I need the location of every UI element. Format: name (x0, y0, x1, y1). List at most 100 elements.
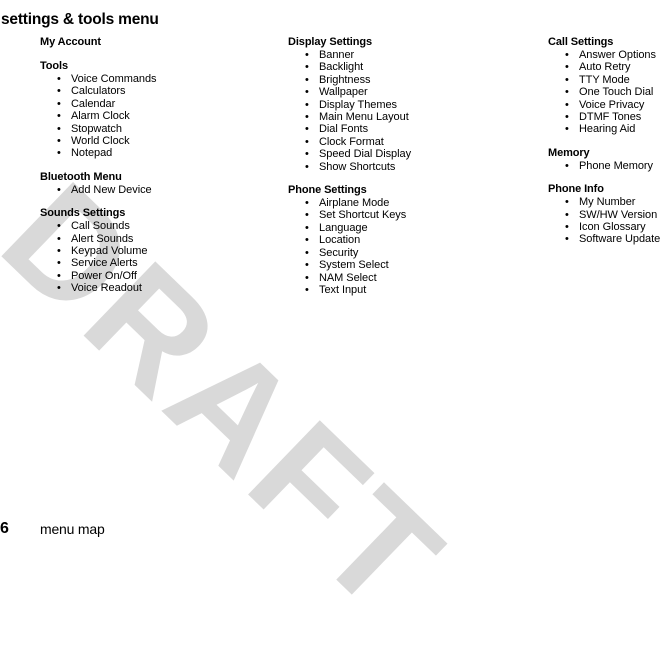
menu-item-label: Airplane Mode (319, 197, 390, 210)
menu-item-label: Notepad (71, 147, 113, 160)
menu-item-list: • My Number • SW/HW Version • Icon Glossary • S… (548, 196, 662, 246)
menu-section: Memory • Phone Memory (548, 147, 662, 172)
menu-item-label: Power On/Off (71, 269, 137, 282)
menu-item[interactable]: • Phone Memory (548, 160, 662, 172)
menu-item[interactable]: • Wallpaper (288, 86, 528, 98)
menu-item-label: SW/HW Version (579, 208, 658, 221)
bullet-icon: • (305, 86, 309, 99)
menu-item[interactable]: • NAM Select (288, 272, 528, 284)
menu-item[interactable]: • TTY Mode (548, 74, 662, 86)
bullet-icon: • (305, 73, 309, 86)
menu-item[interactable]: • Main Menu Layout (288, 111, 528, 123)
menu-item[interactable]: • Alarm Clock (40, 110, 270, 122)
menu-item[interactable]: • Voice Readout (40, 282, 270, 294)
bullet-icon: • (565, 123, 569, 136)
bullet-icon: • (305, 148, 309, 161)
menu-item[interactable]: • Calendar (40, 98, 270, 110)
menu-item[interactable]: • Airplane Mode (288, 197, 528, 209)
menu-item[interactable]: • Calculators (40, 85, 270, 97)
menu-item[interactable]: • Voice Privacy (548, 99, 662, 111)
menu-item-label: One Touch Dial (579, 86, 654, 99)
menu-item[interactable]: • Voice Commands (40, 73, 270, 85)
menu-item[interactable]: • Software Update (548, 233, 662, 245)
menu-item-label: Alarm Clock (71, 110, 130, 123)
menu-item-list: • Voice Commands • Calculators • Calendar • Ala… (40, 73, 270, 160)
menu-item-label: Call Sounds (71, 220, 130, 233)
menu-item[interactable]: • Icon Glossary (548, 221, 662, 233)
menu-item-label: Add New Device (71, 183, 152, 196)
bullet-icon: • (305, 259, 309, 272)
menu-column-3: Call Settings • Answer Options • Auto Retry •… (548, 36, 662, 246)
menu-item[interactable]: • Brightness (288, 74, 528, 86)
menu-item-label: Voice Readout (71, 282, 142, 295)
menu-item-list: • Answer Options • Auto Retry • TTY Mode • One … (548, 49, 662, 136)
menu-item-label: Show Shortcuts (319, 160, 396, 173)
menu-item[interactable]: • Call Sounds (40, 220, 270, 232)
footer-label: menu map (40, 521, 105, 537)
menu-section: Call Settings • Answer Options • Auto Retry •… (548, 36, 662, 136)
menu-item[interactable]: • Service Alerts (40, 257, 270, 269)
menu-item-label: Text Input (319, 283, 367, 296)
menu-item[interactable]: • Text Input (288, 284, 528, 296)
menu-item[interactable]: • One Touch Dial (548, 86, 662, 98)
menu-item-label: Backlight (319, 61, 364, 74)
menu-item[interactable]: • Notepad (40, 147, 270, 159)
menu-item-list: • Banner • Backlight • Brightness • Wallpaper • D… (288, 49, 528, 173)
menu-item-label: Auto Retry (579, 61, 631, 74)
menu-item-label: Display Themes (319, 98, 397, 111)
bullet-icon: • (565, 98, 569, 111)
menu-section-title: Bluetooth Menu (40, 170, 122, 183)
menu-item[interactable]: • Stopwatch (40, 123, 270, 135)
menu-item[interactable]: • Display Themes (288, 99, 528, 111)
bullet-icon: • (305, 246, 309, 259)
menu-section-title: Display Settings (288, 36, 372, 48)
bullet-icon: • (57, 135, 61, 148)
menu-item[interactable]: • Alert Sounds (40, 233, 270, 245)
menu-item[interactable]: • Auto Retry (548, 61, 662, 73)
menu-item[interactable]: • System Select (288, 259, 528, 271)
menu-item[interactable]: • Dial Fonts (288, 123, 528, 135)
bullet-icon: • (57, 232, 61, 245)
menu-item[interactable]: • Banner (288, 49, 528, 61)
menu-item-label: Location (319, 234, 361, 247)
menu-item-label: Set Shortcut Keys (319, 209, 407, 222)
menu-item[interactable]: • Security (288, 247, 528, 259)
bullet-icon: • (57, 220, 61, 233)
bullet-icon: • (565, 233, 569, 246)
menu-item[interactable]: • Add New Device (40, 184, 270, 196)
menu-section: Bluetooth Menu • Add New Device (40, 171, 270, 196)
bullet-icon: • (305, 209, 309, 222)
menu-item[interactable]: • Answer Options (548, 49, 662, 61)
menu-item[interactable]: • Language (288, 222, 528, 234)
bullet-icon: • (57, 269, 61, 282)
bullet-icon: • (305, 49, 309, 61)
bullet-icon: • (565, 111, 569, 124)
menu-item[interactable]: • Hearing Aid (548, 123, 662, 135)
page-footer: 6 menu map (0, 517, 662, 539)
menu-item-label: Clock Format (319, 135, 384, 148)
menu-item[interactable]: • DTMF Tones (548, 111, 662, 123)
menu-item-label: Speed Dial Display (319, 148, 412, 161)
menu-item-label: Security (319, 246, 359, 259)
menu-item[interactable]: • Keypad Volume (40, 245, 270, 257)
menu-item[interactable]: • Set Shortcut Keys (288, 209, 528, 221)
menu-item-label: My Number (579, 196, 636, 209)
menu-item[interactable]: • World Clock (40, 135, 270, 147)
menu-item[interactable]: • Backlight (288, 61, 528, 73)
menu-item[interactable]: • SW/HW Version (548, 209, 662, 221)
menu-item[interactable]: • Clock Format (288, 136, 528, 148)
bullet-icon: • (305, 98, 309, 111)
menu-item[interactable]: • Location (288, 234, 528, 246)
bullet-icon: • (57, 245, 61, 258)
menu-section-title: Memory (548, 146, 590, 159)
bullet-icon: • (57, 97, 61, 110)
menu-item[interactable]: • My Number (548, 196, 662, 208)
menu-item-label: Hearing Aid (579, 123, 636, 136)
menu-item[interactable]: • Show Shortcuts (288, 161, 528, 173)
menu-item[interactable]: • Power On/Off (40, 270, 270, 282)
bullet-icon: • (565, 86, 569, 99)
menu-item[interactable]: • Speed Dial Display (288, 148, 528, 160)
page-title: settings & tools menu (1, 11, 159, 29)
menu-section-title: Phone Settings (288, 184, 367, 197)
menu-section-title: Sounds Settings (40, 207, 126, 220)
